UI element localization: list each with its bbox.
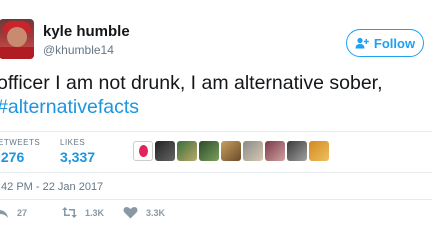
reply-count: 27 — [17, 207, 28, 218]
follow-button[interactable]: Follow — [346, 29, 424, 57]
liker-avatar[interactable] — [177, 141, 197, 161]
avatar[interactable] — [0, 19, 34, 59]
like-count: 3.3K — [146, 207, 166, 218]
divider-bottom — [0, 199, 432, 200]
follow-label: Follow — [373, 35, 416, 51]
retweet-action[interactable]: 1.3K — [62, 206, 104, 219]
liker-avatar[interactable] — [199, 141, 219, 161]
divider-top — [0, 131, 432, 132]
tweet-timestamp[interactable]: :42 PM - 22 Jan 2017 — [0, 181, 103, 193]
liker-avatar[interactable] — [309, 141, 329, 161]
likes-count[interactable]: 3,337 — [60, 149, 95, 165]
reply-icon — [0, 207, 8, 218]
reply-action[interactable]: 27 — [0, 206, 27, 219]
retweet-count: 1.3K — [85, 207, 105, 218]
liker-avatar[interactable] — [243, 141, 263, 161]
liker-avatar[interactable] — [133, 141, 153, 161]
retweets-count[interactable]: ,276 — [0, 149, 24, 165]
retweets-label: ETWEETS — [0, 138, 41, 147]
heart-icon — [123, 206, 138, 219]
liker-avatar[interactable] — [265, 141, 285, 161]
person-plus-icon — [355, 37, 369, 49]
liker-avatar[interactable] — [221, 141, 241, 161]
retweet-icon — [62, 207, 77, 218]
like-action[interactable]: 3.3K — [123, 206, 165, 219]
liker-avatar[interactable] — [287, 141, 307, 161]
display-name[interactable]: kyle humble — [43, 23, 130, 40]
tweet-text: officer I am not drunk, I am alternative… — [0, 71, 432, 119]
user-handle[interactable]: @khumble14 — [43, 43, 114, 57]
liker-avatar[interactable] — [155, 141, 175, 161]
avatar-shirt — [0, 47, 34, 59]
likes-label: LIKES — [60, 138, 86, 147]
hashtag-link[interactable]: #alternativefacts — [0, 95, 432, 119]
divider-middle — [0, 172, 432, 173]
tweet-body: officer I am not drunk, I am alternative… — [0, 72, 383, 94]
likers-avatars — [133, 141, 329, 161]
avatar-face — [7, 27, 27, 47]
